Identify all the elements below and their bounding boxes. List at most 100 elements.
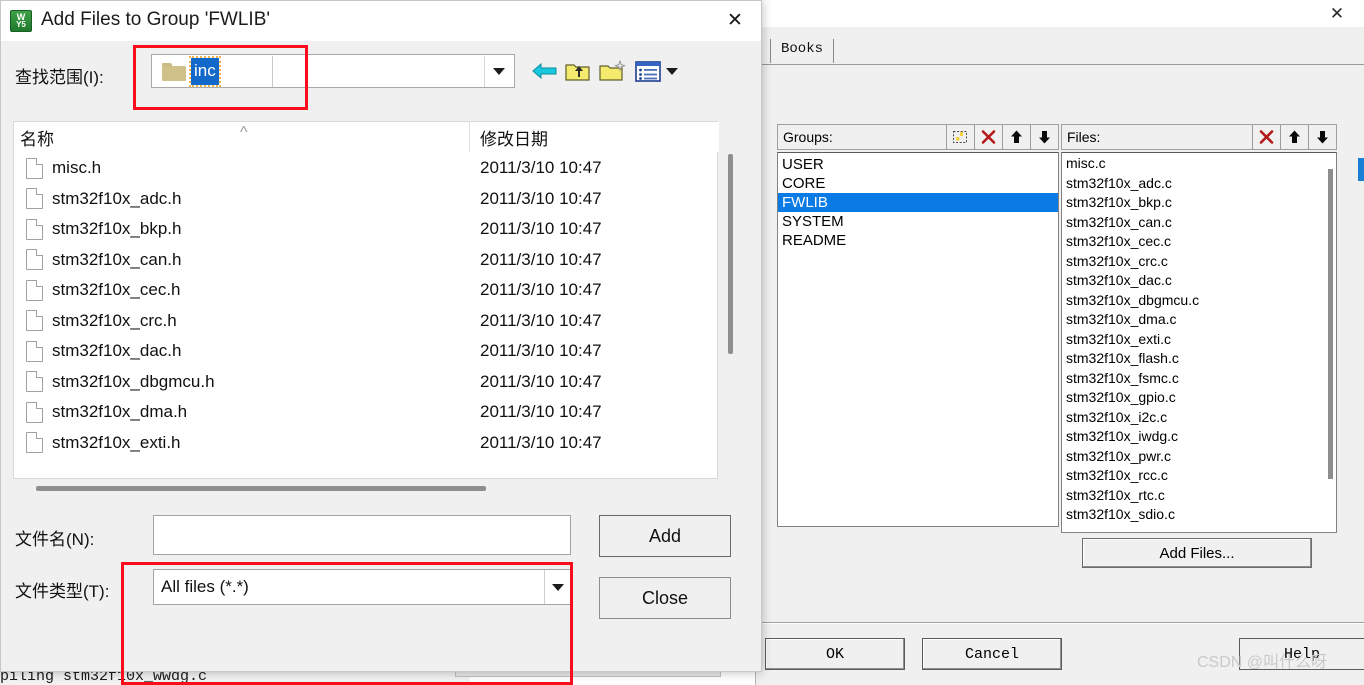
file-date: 2011/3/10 10:47 <box>480 341 602 361</box>
chevron-down-icon[interactable] <box>484 56 513 87</box>
files-list-item[interactable]: stm32f10x_iwdg.c <box>1062 427 1336 447</box>
delete-file-icon[interactable] <box>1252 125 1280 149</box>
file-row[interactable]: stm32f10x_exti.h 2011/3/10 10:47 <box>14 428 717 459</box>
files-list-item[interactable]: stm32f10x_flash.c <box>1062 349 1336 369</box>
groups-list-item[interactable]: CORE <box>778 174 1058 193</box>
file-name: stm32f10x_exti.h <box>52 432 181 452</box>
files-list-item[interactable]: stm32f10x_exti.c <box>1062 330 1336 350</box>
footer-divider <box>756 622 1364 624</box>
up-one-level-icon[interactable] <box>563 57 593 85</box>
tab-books[interactable]: Books <box>770 39 835 63</box>
add-button[interactable]: Add <box>599 515 731 557</box>
file-row[interactable]: stm32f10x_dac.h 2011/3/10 10:47 <box>14 336 717 367</box>
files-list-item[interactable]: stm32f10x_fsmc.c <box>1062 369 1336 389</box>
help-button[interactable]: Help <box>1239 638 1364 670</box>
file-row[interactable]: stm32f10x_dbgmcu.h 2011/3/10 10:47 <box>14 367 717 398</box>
add-files-button[interactable]: Add Files... <box>1082 538 1312 568</box>
move-up-icon[interactable] <box>1280 125 1308 149</box>
file-row[interactable]: stm32f10x_bkp.h 2011/3/10 10:47 <box>14 214 717 245</box>
back-arrow-icon[interactable] <box>529 57 559 85</box>
files-list-item[interactable]: stm32f10x_bkp.c <box>1062 193 1336 213</box>
groups-label: Groups: <box>783 129 833 145</box>
groups-list-item[interactable]: USER <box>778 155 1058 174</box>
file-name: stm32f10x_crc.h <box>52 310 177 330</box>
files-list-item[interactable]: stm32f10x_sdio.c <box>1062 505 1336 525</box>
files-list-item[interactable]: stm32f10x_dac.c <box>1062 271 1336 291</box>
document-icon <box>26 432 43 454</box>
files-list-item[interactable]: misc.c <box>1062 154 1336 174</box>
look-in-value[interactable]: inc <box>189 56 221 87</box>
file-name: stm32f10x_cec.h <box>52 280 181 300</box>
files-label: Files: <box>1067 129 1101 145</box>
files-list-item[interactable]: stm32f10x_rcc.c <box>1062 466 1336 486</box>
files-list-item[interactable]: stm32f10x_cec.c <box>1062 232 1336 252</box>
file-browser-horizontal-scrollbar[interactable] <box>36 486 486 491</box>
document-icon <box>26 249 43 271</box>
close-icon[interactable]: ✕ <box>1315 0 1359 26</box>
file-name-input[interactable] <box>153 515 571 555</box>
files-list-item[interactable]: stm32f10x_rtc.c <box>1062 486 1336 506</box>
look-in-value-area[interactable]: inc <box>153 56 273 87</box>
close-icon[interactable]: ✕ <box>712 3 758 37</box>
file-name-label: 文件名(N): <box>15 530 95 549</box>
files-list[interactable]: misc.c stm32f10x_adc.c stm32f10x_bkp.c s… <box>1061 152 1337 533</box>
file-type-combobox[interactable]: All files (*.*) <box>153 569 571 605</box>
groups-list-item[interactable]: SYSTEM <box>778 212 1058 231</box>
file-row[interactable]: stm32f10x_crc.h 2011/3/10 10:47 <box>14 306 717 337</box>
file-type-value: All files (*.*) <box>161 577 249 596</box>
groups-list[interactable]: USER CORE FWLIB SYSTEM README <box>777 152 1059 527</box>
chevron-down-icon[interactable] <box>544 570 570 604</box>
move-down-icon[interactable] <box>1030 125 1058 149</box>
column-header-name[interactable]: 名称 ^ <box>14 122 469 152</box>
close-button[interactable]: Close <box>599 577 731 619</box>
groups-list-item[interactable]: README <box>778 231 1058 250</box>
file-date: 2011/3/10 10:47 <box>480 371 602 391</box>
column-header-date[interactable]: 修改日期 <box>469 122 719 152</box>
file-name: stm32f10x_dbgmcu.h <box>52 371 215 391</box>
column-header-date-label: 修改日期 <box>480 129 548 149</box>
file-name: stm32f10x_bkp.h <box>52 219 182 239</box>
document-icon <box>26 218 43 240</box>
document-icon <box>26 310 43 332</box>
delete-group-icon[interactable] <box>974 125 1002 149</box>
file-row[interactable]: stm32f10x_adc.h 2011/3/10 10:47 <box>14 184 717 215</box>
file-name: stm32f10x_dac.h <box>52 341 182 361</box>
files-list-scrollbar[interactable] <box>1328 169 1333 479</box>
view-mode-dropdown-icon[interactable] <box>657 57 687 85</box>
new-folder-icon[interactable] <box>598 57 628 85</box>
move-down-icon[interactable] <box>1308 125 1336 149</box>
files-list-item[interactable]: stm32f10x_pwr.c <box>1062 447 1336 467</box>
document-icon <box>26 188 43 210</box>
look-in-combobox[interactable]: inc <box>151 54 515 88</box>
file-browser-rows: misc.h 2011/3/10 10:47 stm32f10x_adc.h 2… <box>14 153 717 479</box>
dialog-title: Add Files to Group 'FWLIB' <box>41 9 271 30</box>
files-list-item[interactable]: stm32f10x_dbgmcu.c <box>1062 291 1336 311</box>
file-row[interactable]: stm32f10x_cec.h 2011/3/10 10:47 <box>14 275 717 306</box>
file-row[interactable]: stm32f10x_can.h 2011/3/10 10:47 <box>14 245 717 276</box>
cancel-button[interactable]: Cancel <box>922 638 1062 670</box>
move-up-icon[interactable] <box>1002 125 1030 149</box>
file-browser-vertical-scrollbar[interactable] <box>728 154 733 354</box>
file-date: 2011/3/10 10:47 <box>480 249 602 269</box>
folder-icon <box>162 62 186 81</box>
file-row[interactable]: misc.h 2011/3/10 10:47 <box>14 153 717 184</box>
file-date: 2011/3/10 10:47 <box>480 158 602 178</box>
files-list-item[interactable]: stm32f10x_i2c.c <box>1062 408 1336 428</box>
files-list-item[interactable]: stm32f10x_crc.c <box>1062 252 1336 272</box>
files-list-item[interactable]: stm32f10x_gpio.c <box>1062 388 1336 408</box>
ok-button[interactable]: OK <box>765 638 905 670</box>
file-date: 2011/3/10 10:47 <box>480 219 602 239</box>
file-date: 2011/3/10 10:47 <box>480 280 602 300</box>
files-list-item[interactable]: stm32f10x_adc.c <box>1062 174 1336 194</box>
new-group-icon[interactable] <box>946 125 974 149</box>
document-icon <box>26 401 43 423</box>
file-name: misc.h <box>52 158 102 178</box>
groups-list-item-selected[interactable]: FWLIB <box>778 193 1058 212</box>
app-icon-line2: Y5 <box>16 20 26 29</box>
files-list-item[interactable]: stm32f10x_dma.c <box>1062 310 1336 330</box>
file-row[interactable]: stm32f10x_dma.h 2011/3/10 10:47 <box>14 397 717 428</box>
file-type-label: 文件类型(T): <box>15 582 110 601</box>
files-list-item[interactable]: stm32f10x_can.c <box>1062 213 1336 233</box>
window-scroll-indicator[interactable] <box>1358 158 1364 181</box>
files-header: Files: <box>1061 124 1337 150</box>
